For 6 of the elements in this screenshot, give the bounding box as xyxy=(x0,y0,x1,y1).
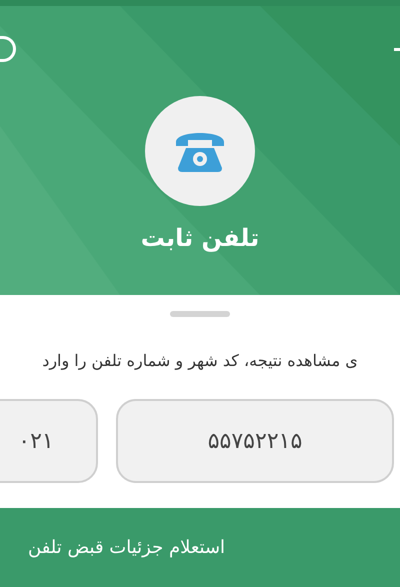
phone-number-field[interactable]: ۵۵۷۵۲۲۱۵ xyxy=(116,399,394,483)
dash-icon[interactable] xyxy=(394,48,400,51)
drag-handle[interactable] xyxy=(170,311,230,317)
page-title: تلفن ثابت xyxy=(140,223,260,254)
instruction-text: ی مشاهده نتیجه، کد شهر و شماره تلفن را وارد xyxy=(42,350,358,372)
city-code-field[interactable]: ۰۲۱ xyxy=(0,399,98,483)
